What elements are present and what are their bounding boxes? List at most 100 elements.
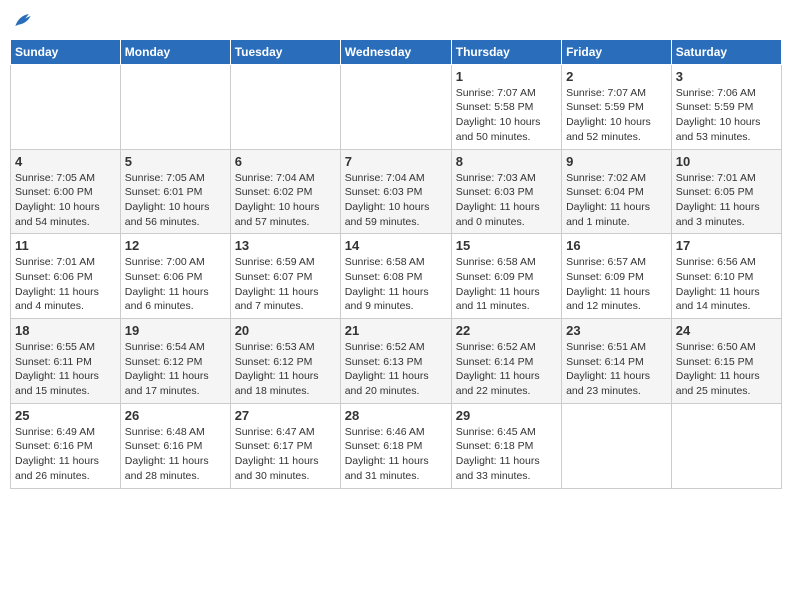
- day-info: Sunrise: 6:45 AM Sunset: 6:18 PM Dayligh…: [456, 425, 557, 484]
- calendar-cell: 28Sunrise: 6:46 AM Sunset: 6:18 PM Dayli…: [340, 403, 451, 488]
- day-number: 2: [566, 69, 667, 84]
- calendar-cell: 21 Sunrise: 6:52 AM Sunset: 6:13 PM Dayli…: [340, 319, 451, 404]
- day-number: 21: [345, 323, 447, 338]
- day-number: 27: [235, 408, 336, 423]
- day-info: Sunrise: 7:07 AM Sunset: 5:58 PM Dayligh…: [456, 86, 557, 145]
- calendar-cell: 27 Sunrise: 6:47 AM Sunset: 6:17 PM Dayli…: [230, 403, 340, 488]
- day-info: Sunrise: 6:52 AM Sunset: 6:14 PM Dayligh…: [456, 340, 557, 399]
- calendar-cell: 24 Sunrise: 6:50 AM Sunset: 6:15 PM Dayli…: [671, 319, 781, 404]
- day-of-week-header: Saturday: [671, 39, 781, 64]
- day-number: 22: [456, 323, 557, 338]
- day-info: Sunrise: 6:59 AM Sunset: 6:07 PM Dayligh…: [235, 255, 336, 314]
- calendar-week-row: 25 Sunrise: 6:49 AM Sunset: 6:16 PM Dayli…: [11, 403, 782, 488]
- calendar-cell: 5 Sunrise: 7:05 AM Sunset: 6:01 PM Daylig…: [120, 149, 230, 234]
- day-info: Sunrise: 7:06 AM Sunset: 5:59 PM Dayligh…: [676, 86, 777, 145]
- day-number: 28: [345, 408, 447, 423]
- calendar-cell: [562, 403, 672, 488]
- calendar-cell: 26 Sunrise: 6:48 AM Sunset: 6:16 PM Dayli…: [120, 403, 230, 488]
- day-number: 1: [456, 69, 557, 84]
- day-info: Sunrise: 6:56 AM Sunset: 6:10 PM Dayligh…: [676, 255, 777, 314]
- days-of-week-row: SundayMondayTuesdayWednesdayThursdayFrid…: [11, 39, 782, 64]
- calendar-cell: [120, 64, 230, 149]
- calendar-cell: 4Sunrise: 7:05 AM Sunset: 6:00 PM Daylig…: [11, 149, 121, 234]
- logo-bird-icon: [12, 11, 32, 31]
- day-info: Sunrise: 7:01 AM Sunset: 6:05 PM Dayligh…: [676, 171, 777, 230]
- calendar-cell: 14Sunrise: 6:58 AM Sunset: 6:08 PM Dayli…: [340, 234, 451, 319]
- calendar-cell: 2Sunrise: 7:07 AM Sunset: 5:59 PM Daylig…: [562, 64, 672, 149]
- logo: [10, 10, 32, 31]
- day-info: Sunrise: 6:48 AM Sunset: 6:16 PM Dayligh…: [125, 425, 226, 484]
- calendar-cell: [671, 403, 781, 488]
- day-of-week-header: Monday: [120, 39, 230, 64]
- calendar-header: SundayMondayTuesdayWednesdayThursdayFrid…: [11, 39, 782, 64]
- day-info: Sunrise: 6:53 AM Sunset: 6:12 PM Dayligh…: [235, 340, 336, 399]
- calendar-cell: 9Sunrise: 7:02 AM Sunset: 6:04 PM Daylig…: [562, 149, 672, 234]
- day-of-week-header: Friday: [562, 39, 672, 64]
- day-number: 4: [15, 154, 116, 169]
- calendar-cell: 12 Sunrise: 7:00 AM Sunset: 6:06 PM Dayli…: [120, 234, 230, 319]
- day-number: 17: [676, 238, 777, 253]
- calendar-cell: 29 Sunrise: 6:45 AM Sunset: 6:18 PM Dayli…: [451, 403, 561, 488]
- day-of-week-header: Sunday: [11, 39, 121, 64]
- day-of-week-header: Wednesday: [340, 39, 451, 64]
- day-number: 13: [235, 238, 336, 253]
- day-info: Sunrise: 7:05 AM Sunset: 6:01 PM Dayligh…: [125, 171, 226, 230]
- day-number: 24: [676, 323, 777, 338]
- day-info: Sunrise: 7:03 AM Sunset: 6:03 PM Dayligh…: [456, 171, 557, 230]
- calendar-week-row: 11 Sunrise: 7:01 AM Sunset: 6:06 PM Dayli…: [11, 234, 782, 319]
- day-info: Sunrise: 6:55 AM Sunset: 6:11 PM Dayligh…: [15, 340, 116, 399]
- day-info: Sunrise: 6:58 AM Sunset: 6:08 PM Dayligh…: [345, 255, 447, 314]
- day-number: 18: [15, 323, 116, 338]
- calendar-cell: 7 Sunrise: 7:04 AM Sunset: 6:03 PM Daylig…: [340, 149, 451, 234]
- calendar-cell: [230, 64, 340, 149]
- calendar-cell: 18 Sunrise: 6:55 AM Sunset: 6:11 PM Dayli…: [11, 319, 121, 404]
- day-number: 5: [125, 154, 226, 169]
- day-number: 3: [676, 69, 777, 84]
- calendar-cell: 13 Sunrise: 6:59 AM Sunset: 6:07 PM Dayli…: [230, 234, 340, 319]
- calendar-cell: 6Sunrise: 7:04 AM Sunset: 6:02 PM Daylig…: [230, 149, 340, 234]
- calendar-cell: 11 Sunrise: 7:01 AM Sunset: 6:06 PM Dayli…: [11, 234, 121, 319]
- calendar-cell: 23Sunrise: 6:51 AM Sunset: 6:14 PM Dayli…: [562, 319, 672, 404]
- day-info: Sunrise: 6:49 AM Sunset: 6:16 PM Dayligh…: [15, 425, 116, 484]
- calendar-cell: 22 Sunrise: 6:52 AM Sunset: 6:14 PM Dayli…: [451, 319, 561, 404]
- calendar-week-row: 18 Sunrise: 6:55 AM Sunset: 6:11 PM Dayli…: [11, 319, 782, 404]
- day-number: 25: [15, 408, 116, 423]
- day-info: Sunrise: 7:04 AM Sunset: 6:03 PM Dayligh…: [345, 171, 447, 230]
- calendar-cell: [340, 64, 451, 149]
- day-info: Sunrise: 6:50 AM Sunset: 6:15 PM Dayligh…: [676, 340, 777, 399]
- day-info: Sunrise: 6:54 AM Sunset: 6:12 PM Dayligh…: [125, 340, 226, 399]
- day-number: 12: [125, 238, 226, 253]
- day-number: 29: [456, 408, 557, 423]
- day-of-week-header: Tuesday: [230, 39, 340, 64]
- day-number: 9: [566, 154, 667, 169]
- day-number: 26: [125, 408, 226, 423]
- day-info: Sunrise: 7:04 AM Sunset: 6:02 PM Dayligh…: [235, 171, 336, 230]
- day-number: 16: [566, 238, 667, 253]
- day-info: Sunrise: 6:52 AM Sunset: 6:13 PM Dayligh…: [345, 340, 447, 399]
- day-number: 15: [456, 238, 557, 253]
- day-number: 7: [345, 154, 447, 169]
- calendar-cell: 25 Sunrise: 6:49 AM Sunset: 6:16 PM Dayli…: [11, 403, 121, 488]
- day-number: 8: [456, 154, 557, 169]
- day-info: Sunrise: 6:57 AM Sunset: 6:09 PM Dayligh…: [566, 255, 667, 314]
- day-number: 23: [566, 323, 667, 338]
- calendar-cell: 1 Sunrise: 7:07 AM Sunset: 5:58 PM Daylig…: [451, 64, 561, 149]
- day-info: Sunrise: 6:47 AM Sunset: 6:17 PM Dayligh…: [235, 425, 336, 484]
- day-info: Sunrise: 7:00 AM Sunset: 6:06 PM Dayligh…: [125, 255, 226, 314]
- calendar-cell: 10 Sunrise: 7:01 AM Sunset: 6:05 PM Dayli…: [671, 149, 781, 234]
- calendar-cell: [11, 64, 121, 149]
- calendar-cell: 16 Sunrise: 6:57 AM Sunset: 6:09 PM Dayli…: [562, 234, 672, 319]
- calendar-cell: 19Sunrise: 6:54 AM Sunset: 6:12 PM Dayli…: [120, 319, 230, 404]
- calendar-cell: 8 Sunrise: 7:03 AM Sunset: 6:03 PM Daylig…: [451, 149, 561, 234]
- calendar-cell: 3 Sunrise: 7:06 AM Sunset: 5:59 PM Daylig…: [671, 64, 781, 149]
- page-header: [10, 10, 782, 31]
- calendar-cell: 15Sunrise: 6:58 AM Sunset: 6:09 PM Dayli…: [451, 234, 561, 319]
- day-number: 20: [235, 323, 336, 338]
- calendar-table: SundayMondayTuesdayWednesdayThursdayFrid…: [10, 39, 782, 489]
- day-of-week-header: Thursday: [451, 39, 561, 64]
- calendar-cell: 17 Sunrise: 6:56 AM Sunset: 6:10 PM Dayli…: [671, 234, 781, 319]
- calendar-cell: 20 Sunrise: 6:53 AM Sunset: 6:12 PM Dayli…: [230, 319, 340, 404]
- day-number: 10: [676, 154, 777, 169]
- day-info: Sunrise: 7:01 AM Sunset: 6:06 PM Dayligh…: [15, 255, 116, 314]
- day-number: 11: [15, 238, 116, 253]
